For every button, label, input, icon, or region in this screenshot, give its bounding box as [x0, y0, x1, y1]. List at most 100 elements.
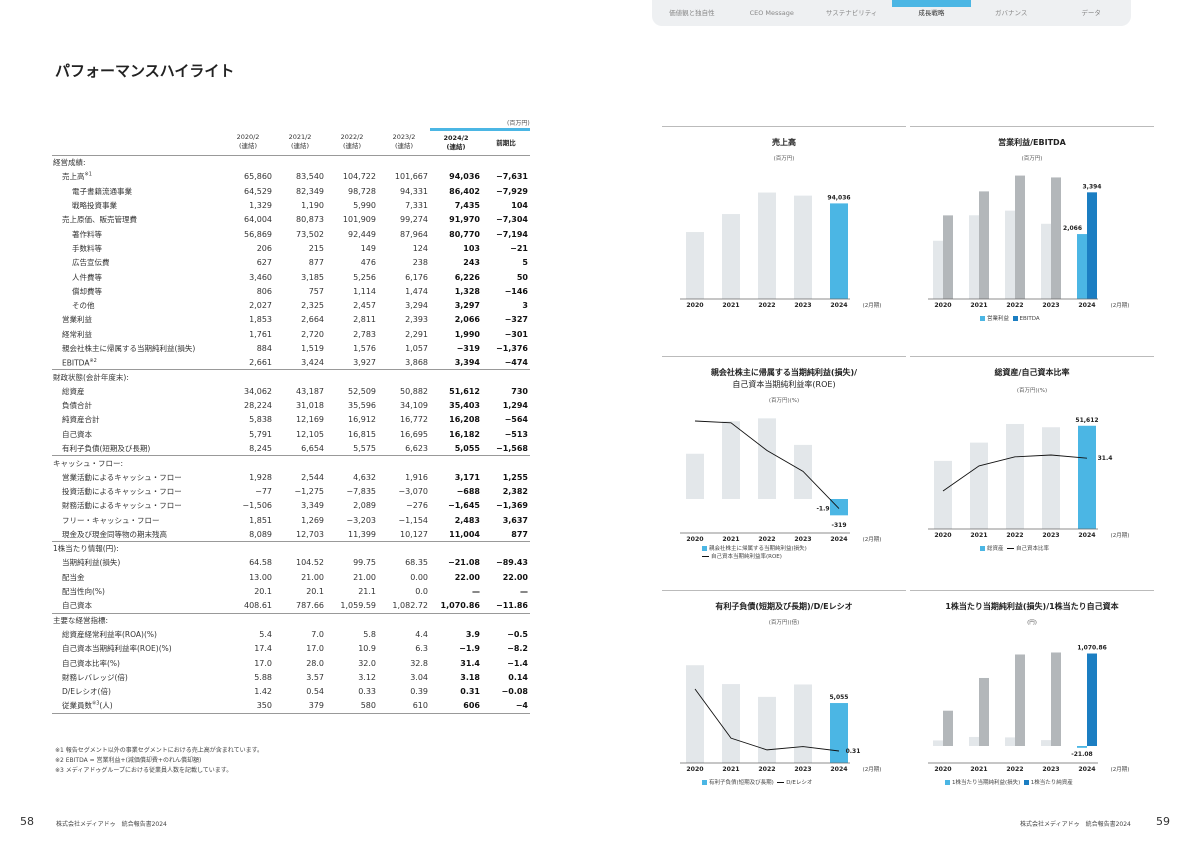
legend-label: 1株当たり純資産	[1030, 780, 1073, 786]
chart-legend: 営業利益 EBITDA	[980, 315, 1040, 323]
table-row: 総資産経常利益率(ROA)(%) 5.4 7.0 5.8 4.4 3.9 −0.5	[52, 627, 530, 641]
value-cell: 0.54	[306, 687, 324, 697]
nav-tab-4[interactable]: ガバナンス	[971, 0, 1051, 26]
data-label: -1.9	[816, 506, 829, 513]
change-cell: −21	[510, 243, 528, 253]
year-header-basis: (連結)	[290, 142, 310, 151]
value-cell: 6,623	[378, 441, 430, 457]
value-cell: 0.31	[460, 687, 480, 697]
value-cell: 20.1	[306, 587, 324, 597]
table-row: EBITDA※2 2,661 3,424 3,927 3,868 3,394 −474	[52, 355, 530, 371]
data-label: 3,394	[1083, 183, 1102, 190]
row-label-text: 人件費等	[72, 272, 102, 282]
data-label: 51,612	[1075, 417, 1098, 424]
value-cell: 35,596	[348, 401, 376, 411]
chart-legend: 1株当たり当期純利益(損失) 1株当たり純資産	[945, 779, 1073, 787]
row-label: 従業員数※3(人)	[52, 698, 222, 714]
x-tick-label: 2022	[1006, 532, 1023, 539]
bar	[970, 442, 988, 529]
table-row: 広告宣伝費 627 877 476 238 243 5	[52, 256, 530, 270]
nav-tab-5[interactable]: データ	[1051, 0, 1131, 26]
value-cell: 1,070.86	[430, 598, 482, 614]
row-label-text: 売上高	[62, 172, 85, 182]
legend-label: 総資産	[987, 546, 1004, 552]
value-cell: 877	[308, 258, 324, 268]
value-cell: 1,519	[301, 344, 324, 353]
value-cell: 0.00	[410, 572, 428, 582]
row-label: 自己資本	[52, 427, 222, 441]
row-label: 総資産経常利益率(ROA)(%)	[52, 627, 222, 641]
value-cell: 2,066	[454, 315, 480, 325]
data-label: 1,070.86	[1077, 645, 1107, 652]
legend-label: 自己資本当期純利益率(ROE)	[711, 554, 782, 560]
year-header-basis: (連結)	[238, 142, 258, 151]
change-cell: 50	[516, 272, 528, 282]
value-cell: 1,269	[301, 515, 324, 525]
bar	[758, 696, 776, 763]
value-cell: −276	[406, 501, 428, 511]
table-row: 配当性向(%) 20.1 20.1 21.1 0.0 — —	[52, 584, 530, 598]
value-cell: 3,297	[454, 301, 480, 311]
row-label-text: 自己資本	[62, 601, 92, 611]
x-tick-label: 2022	[1006, 302, 1023, 309]
x-tick-label: 2024	[1078, 766, 1096, 773]
value-cell: −3,203	[346, 515, 376, 525]
value-cell: 6,226	[454, 272, 480, 282]
value-cell: 1,059.59	[326, 598, 378, 614]
change-cell: −7,304	[495, 215, 528, 225]
table-row: 自己資本 408.61 787.66 1,059.59 1,082.72 1,070.86…	[52, 598, 530, 614]
table-row: 有利子負債(短期及び長期) 8,245 6,654 5,575 6,623 5,055 −1…	[52, 441, 530, 457]
value-cell: −1,275	[294, 486, 324, 496]
row-label: 自己資本当期純利益率(ROE)(%)	[52, 642, 222, 656]
value-cell: −1,506	[242, 501, 272, 511]
table-row: 電子書籍流通事業 64,529 82,349 98,728 94,331 86,402 −7…	[52, 184, 530, 198]
row-label: 親会社株主に帰属する当期純利益(損失)	[52, 341, 222, 355]
chart-legend: 総資産 自己資本比率	[980, 545, 1049, 553]
year-header-year: 2024/2	[443, 134, 469, 142]
bar-operating-income	[1077, 234, 1087, 299]
value-cell: 884	[256, 344, 272, 353]
row-label-text: EBITDA	[62, 358, 90, 368]
table-row: フリー・キャッシュ・フロー 1,851 1,269 −3,203 −1,154 2,483…	[52, 513, 530, 527]
row-label: 売上原価、販売管理費	[52, 213, 222, 227]
value-cell: 1,576	[353, 344, 376, 353]
value-cell: 806	[256, 286, 272, 296]
row-label: D/Eレシオ(倍)	[52, 684, 222, 698]
value-cell: 1,328	[454, 286, 480, 296]
nav-tab-3[interactable]: 成長戦略	[891, 0, 972, 26]
value-cell: 21.1	[358, 587, 376, 597]
value-cell: 7,331	[405, 201, 428, 211]
change-cell: 0.14	[508, 672, 528, 682]
change-cell: −301	[504, 329, 528, 339]
section-title: 経営成績:	[53, 158, 86, 168]
bar	[934, 460, 952, 529]
value-cell: 86,402	[449, 186, 480, 196]
table-row: 投資活動によるキャッシュ・フロー −77 −1,275 −7,835 −3,070 −68…	[52, 484, 530, 498]
table-row: 財務レバレッジ(倍) 5.88 3.57 3.12 3.04 3.18 0.14	[52, 670, 530, 684]
value-cell: 32.8	[410, 658, 428, 668]
change-cell: −7,194	[495, 229, 528, 239]
year-header-year: 2022/2	[340, 133, 364, 142]
change-cell: −474	[482, 355, 530, 371]
value-cell: −21.08	[447, 558, 480, 568]
bar-bps	[979, 677, 989, 746]
x-tick-label: 2020	[686, 766, 704, 773]
value-cell: 17.4	[254, 644, 272, 654]
row-label-text: 財務活動によるキャッシュ・フロー	[62, 501, 182, 511]
value-cell: 5.8	[363, 629, 376, 639]
row-label: 著作料等	[52, 227, 222, 241]
nav-tab-0[interactable]: 価値観と独自性	[652, 0, 732, 26]
nav-tab-2[interactable]: サステナビリティ	[812, 0, 892, 26]
table-row: 営業活動によるキャッシュ・フロー 1,928 2,544 4,632 1,916 3,17…	[52, 470, 530, 484]
value-cell: 5.88	[254, 672, 272, 682]
value-cell: 34,062	[244, 386, 272, 396]
chart-assets-equity-ratio: 総資産/自己資本比率 (百万円)(%) 51,612 31.4 2020 2021 20…	[910, 356, 1154, 596]
change-cell: −7,631	[495, 172, 528, 182]
bar	[758, 418, 776, 499]
value-cell: 3,294	[405, 301, 428, 311]
nav-tab-1[interactable]: CEO Message	[732, 0, 812, 26]
table-row: 著作料等 56,869 73,502 92,449 87,964 80,770 −7,194	[52, 227, 530, 241]
value-cell: 12,703	[274, 527, 326, 543]
value-cell: 3,927	[326, 355, 378, 371]
value-cell: 22.00	[454, 572, 480, 582]
